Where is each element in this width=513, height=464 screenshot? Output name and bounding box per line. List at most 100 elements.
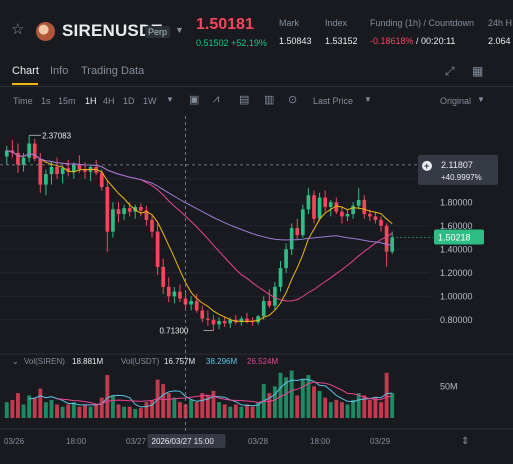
candle-body bbox=[111, 209, 115, 232]
view-mode-select[interactable]: Original bbox=[440, 96, 471, 106]
candle-body bbox=[351, 205, 355, 215]
volume-bar bbox=[328, 402, 333, 418]
volume-bar bbox=[32, 397, 37, 418]
candle-body bbox=[345, 214, 350, 217]
volume-bar bbox=[295, 395, 300, 418]
sub-price: 0.51502 bbox=[196, 38, 229, 48]
volume-bar bbox=[200, 393, 205, 418]
volume-legend-value: 18.881M bbox=[72, 357, 103, 366]
chart-toolbar: Time 1s 15m 1H 4H 1D 1W ▼ ▣ ⩘ ▤ ▥ ⊙ Last… bbox=[0, 88, 513, 114]
active-tab-indicator bbox=[12, 83, 38, 85]
price-type-select[interactable]: Last Price bbox=[313, 96, 353, 106]
expand-icon[interactable]: ⤢ bbox=[445, 64, 455, 79]
volume-legend-usdt-label: Vol(USDT) bbox=[121, 357, 160, 366]
volume-bar bbox=[379, 402, 383, 418]
indicator-icon[interactable]: ⩘ bbox=[213, 93, 219, 106]
volume-bar bbox=[150, 399, 154, 418]
timeframe-1s[interactable]: 1s bbox=[41, 96, 51, 106]
volume-bar bbox=[144, 402, 149, 418]
volume-bar bbox=[166, 393, 171, 418]
time-tick-label: 18:00 bbox=[66, 437, 87, 446]
candle-body bbox=[267, 300, 272, 306]
volume-bar bbox=[133, 408, 138, 418]
candle-body bbox=[300, 209, 305, 236]
time-tick-label: 03/29 bbox=[370, 437, 391, 446]
grid-layout-icon[interactable]: ▦ bbox=[472, 64, 483, 78]
contract-badge: Perp bbox=[145, 26, 171, 38]
volume-bar bbox=[60, 406, 65, 418]
time-tick-label: 03/26 bbox=[4, 437, 25, 446]
candle-body bbox=[261, 300, 266, 317]
price-tick-label: 1.40000 bbox=[440, 244, 473, 254]
chevron-down-icon[interactable]: ▼ bbox=[477, 95, 485, 104]
timeframe-15m[interactable]: 15m bbox=[58, 96, 76, 106]
price-change: 0.51502 +52.19% bbox=[196, 38, 267, 48]
change-percent: +52.19% bbox=[231, 38, 267, 48]
candle-body bbox=[60, 168, 65, 175]
price-tick-label: 0.80000 bbox=[440, 315, 473, 325]
tab-info[interactable]: Info bbox=[50, 65, 68, 77]
view-tabs: Chart Info Trading Data bbox=[0, 58, 513, 87]
volume-bar bbox=[239, 406, 244, 418]
volume-bar bbox=[351, 399, 356, 418]
volume-bar bbox=[373, 397, 378, 418]
volume-tick-label: 50M bbox=[440, 381, 458, 391]
chart-canvas[interactable]: 2.000001.800001.600001.400001.200001.000… bbox=[0, 116, 513, 459]
funding-rate: -0.18618% bbox=[370, 36, 414, 46]
candle-body bbox=[273, 286, 277, 306]
template-icon[interactable]: ▥ bbox=[264, 93, 274, 106]
timeframe-1h[interactable]: 1H bbox=[85, 96, 97, 106]
volume-bar bbox=[300, 379, 305, 418]
candle-body bbox=[211, 319, 216, 325]
stat-value: 2.064 bbox=[488, 36, 511, 46]
timeframe-1d[interactable]: 1D bbox=[123, 96, 135, 106]
stat-label: Index bbox=[325, 18, 348, 28]
timeframe-4h[interactable]: 4H bbox=[103, 96, 115, 106]
price-chart[interactable]: 2.000001.800001.600001.400001.200001.000… bbox=[0, 116, 513, 459]
volume-bar bbox=[272, 386, 277, 418]
low-price-label: 0.71300 bbox=[159, 326, 188, 335]
candle-body bbox=[200, 310, 205, 319]
candle-body bbox=[323, 197, 328, 207]
candle-body bbox=[4, 150, 9, 157]
candle-body bbox=[122, 208, 126, 215]
volume-bar bbox=[55, 404, 60, 418]
volume-bar bbox=[77, 406, 82, 418]
star-icon[interactable]: ☆ bbox=[11, 22, 27, 38]
volume-bar bbox=[99, 397, 104, 418]
candle-body bbox=[245, 318, 249, 321]
volume-bar bbox=[122, 406, 127, 418]
crosshair-change-label: +40.9997% bbox=[441, 173, 482, 182]
chevron-down-icon[interactable]: ▼ bbox=[166, 95, 174, 104]
volume-bar bbox=[233, 404, 238, 418]
time-label: Time bbox=[13, 96, 33, 106]
stat-value: 1.53152 bbox=[325, 36, 358, 46]
volume-bar bbox=[250, 406, 255, 418]
candle-body bbox=[44, 174, 48, 185]
volume-bar bbox=[172, 397, 177, 418]
stat-24h-high: 24h H 2.064 bbox=[488, 18, 513, 46]
time-tick-label: 18:00 bbox=[310, 437, 331, 446]
high-price-label: 2.37083 bbox=[42, 131, 71, 140]
candle-body bbox=[161, 266, 166, 287]
settings-icon[interactable]: ⊙ bbox=[288, 93, 297, 106]
volume-bar bbox=[116, 404, 121, 418]
volume-bar bbox=[289, 370, 294, 418]
tab-chart[interactable]: Chart bbox=[12, 65, 39, 77]
candle-body bbox=[356, 199, 361, 206]
volume-bar bbox=[334, 399, 339, 418]
stat-label: 24h H bbox=[488, 18, 513, 28]
chevron-down-icon[interactable]: ▼ bbox=[175, 25, 184, 35]
tab-trading-data[interactable]: Trading Data bbox=[81, 65, 144, 77]
volume-bar bbox=[306, 375, 311, 418]
volume-bar bbox=[16, 393, 20, 418]
chart-type-icon[interactable]: ▤ bbox=[239, 93, 249, 106]
crosshair-price-label: 2.11807 bbox=[441, 160, 473, 170]
timeframe-1w[interactable]: 1W bbox=[143, 96, 157, 106]
chevron-down-icon[interactable]: ▼ bbox=[364, 95, 372, 104]
volume-bar bbox=[317, 390, 322, 418]
calendar-icon[interactable]: ▣ bbox=[189, 93, 199, 106]
funding-countdown: / 00:20:11 bbox=[413, 36, 456, 46]
volume-bar bbox=[356, 393, 361, 418]
collapse-icon: ⌄ bbox=[12, 357, 19, 366]
